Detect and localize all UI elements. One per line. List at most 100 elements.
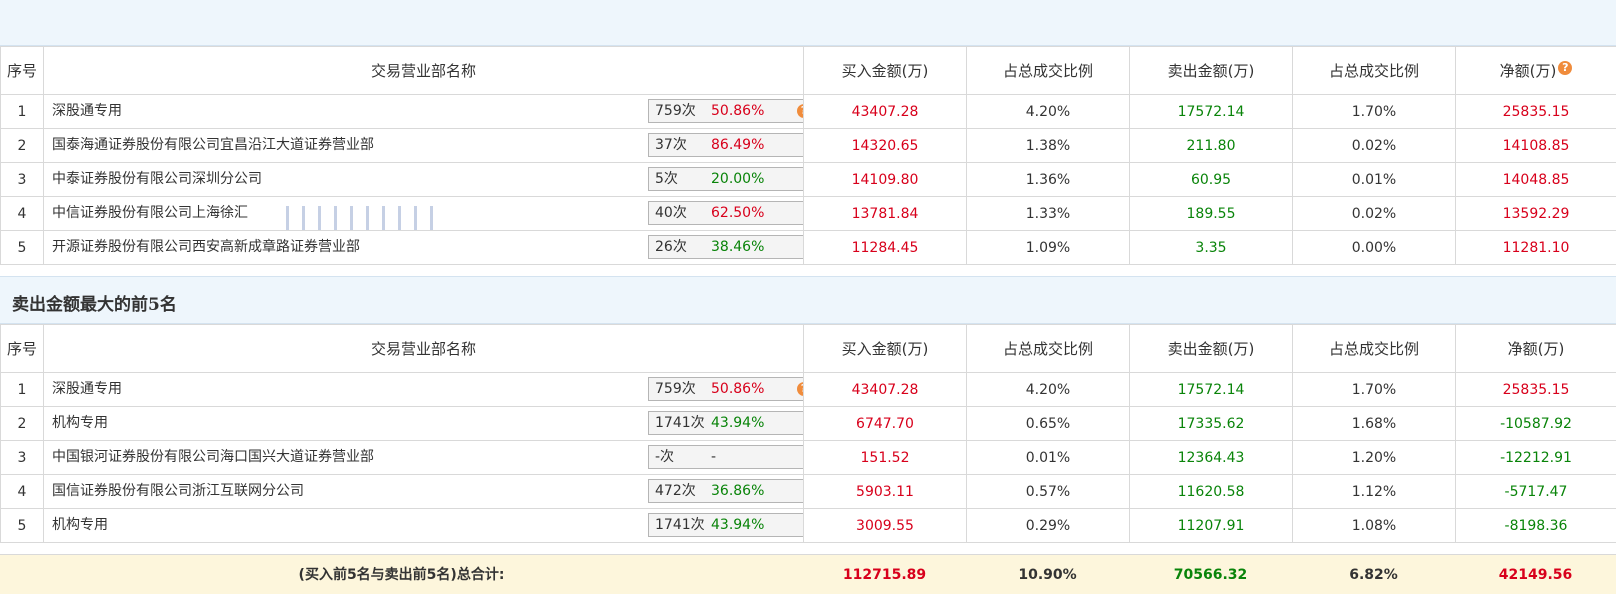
sell-section-title-bar: 卖出金额最大的前5名 — [0, 276, 1616, 324]
net-amount: -8198.36 — [1456, 509, 1616, 543]
sell-amount: 11620.58 — [1130, 475, 1293, 509]
branch-name-cell: 机构专用 1741次43.94% — [44, 407, 804, 441]
branch-stats-button[interactable]: 40次62.50% — [648, 201, 804, 225]
sell-amount: 60.95 — [1130, 163, 1293, 197]
trade-count: 37次 — [655, 134, 687, 156]
win-rate: 50.86% — [711, 378, 764, 400]
help-icon[interactable]: ? — [797, 382, 804, 396]
branch-name-link[interactable]: 深股通专用 — [52, 373, 122, 405]
header-buy-ratio: 占总成交比例 — [967, 47, 1130, 95]
branch-name-link[interactable]: 中国银河证券股份有限公司海口国兴大道证券营业部 — [52, 441, 374, 473]
branch-name-link[interactable]: 中泰证券股份有限公司深圳分公司 — [52, 163, 262, 195]
sell-ratio: 0.02% — [1293, 197, 1456, 231]
win-rate: 20.00% — [711, 168, 764, 190]
header-buy-amount: 买入金额(万) — [804, 47, 967, 95]
header-branch-name: 交易营业部名称 — [44, 325, 804, 373]
branch-name-link[interactable]: 机构专用 — [52, 509, 108, 541]
branch-stats-button[interactable]: 26次38.46% — [648, 235, 804, 259]
sell-ratio: 0.01% — [1293, 163, 1456, 197]
total-sell-ratio: 6.82% — [1292, 555, 1455, 595]
buy-amount: 5903.11 — [804, 475, 967, 509]
branch-name-link[interactable]: 国泰海通证券股份有限公司宜昌沿江大道证券营业部 — [52, 129, 374, 161]
sell-amount: 3.35 — [1130, 231, 1293, 265]
table-row: 5机构专用1741次43.94%3009.550.29%11207.911.08… — [1, 509, 1616, 543]
buy-amount: 3009.55 — [804, 509, 967, 543]
sell-ratio: 0.02% — [1293, 129, 1456, 163]
branch-stats-button[interactable]: 1741次43.94% — [648, 411, 804, 435]
net-amount: 25835.15 — [1456, 373, 1616, 407]
branch-stats-button[interactable]: -次- — [648, 445, 804, 469]
sell-ratio: 1.70% — [1293, 95, 1456, 129]
buy-ratio: 0.01% — [967, 441, 1130, 475]
header-net-amount: 净额(万)? — [1456, 47, 1616, 95]
header-buy-amount: 买入金额(万) — [804, 325, 967, 373]
net-amount: 14108.85 — [1456, 129, 1616, 163]
buy-ratio: 1.36% — [967, 163, 1130, 197]
row-seq: 3 — [1, 163, 44, 197]
win-rate: - — [711, 446, 716, 468]
branch-stats-button[interactable]: 472次36.86% — [648, 479, 804, 503]
branch-stats-button[interactable]: 1741次43.94% — [648, 513, 804, 537]
branch-name-link[interactable]: 开源证券股份有限公司西安高新成章路证券营业部 — [52, 231, 360, 263]
table-header-row: 序号 交易营业部名称 买入金额(万) 占总成交比例 卖出金额(万) 占总成交比例… — [1, 47, 1616, 95]
win-rate: 43.94% — [711, 514, 764, 536]
help-icon[interactable]: ? — [797, 104, 804, 118]
sell-ratio: 1.12% — [1293, 475, 1456, 509]
header-branch-name: 交易营业部名称 — [44, 47, 804, 95]
header-sell-amount: 卖出金额(万) — [1130, 325, 1293, 373]
buy-ratio: 0.57% — [967, 475, 1130, 509]
net-amount: 11281.10 — [1456, 231, 1616, 265]
header-sell-ratio: 占总成交比例 — [1293, 47, 1456, 95]
buy-amount: 11284.45 — [804, 231, 967, 265]
branch-name-link[interactable]: 国信证券股份有限公司浙江互联网分公司 — [52, 475, 304, 507]
row-seq: 5 — [1, 509, 44, 543]
table-row: 4国信证券股份有限公司浙江互联网分公司 472次36.86%5903.110.57… — [1, 475, 1616, 509]
sell-ratio: 1.68% — [1293, 407, 1456, 441]
total-net: 42149.56 — [1455, 555, 1616, 595]
branch-name-link[interactable]: 机构专用 — [52, 407, 108, 439]
branch-name-link[interactable]: 深股通专用 — [52, 95, 122, 127]
header-net-amount: 净额(万) — [1456, 325, 1616, 373]
buy-ratio: 4.20% — [967, 373, 1130, 407]
buy-amount: 43407.28 — [804, 373, 967, 407]
row-seq: 1 — [1, 373, 44, 407]
help-icon[interactable]: ? — [1558, 61, 1572, 75]
total-buy-ratio: 10.90% — [966, 555, 1129, 595]
row-seq: 3 — [1, 441, 44, 475]
total-buy: 112715.89 — [803, 555, 966, 595]
row-seq: 4 — [1, 475, 44, 509]
header-buy-ratio: 占总成交比例 — [967, 325, 1130, 373]
branch-name-cell: 中国银河证券股份有限公司海口国兴大道证券营业部 -次- — [44, 441, 804, 475]
buy-amount: 13781.84 — [804, 197, 967, 231]
buy-amount: 14109.80 — [804, 163, 967, 197]
header-sell-amount: 卖出金额(万) — [1130, 47, 1293, 95]
branch-name-cell: 开源证券股份有限公司西安高新成章路证券营业部 26次38.46% — [44, 231, 804, 265]
header-seq: 序号 — [1, 47, 44, 95]
branch-name-cell: 深股通专用 759次 50.86%? — [44, 95, 804, 129]
branch-name-link[interactable]: 中信证券股份有限公司上海徐汇 — [52, 197, 248, 229]
top-header-band — [0, 0, 1616, 46]
sell-ratio: 1.70% — [1293, 373, 1456, 407]
net-amount: 13592.29 — [1456, 197, 1616, 231]
win-rate: 62.50% — [711, 202, 764, 224]
redacted-text-overlay — [278, 206, 438, 230]
trade-count: 5次 — [655, 168, 678, 190]
table-row: 3中泰证券股份有限公司深圳分公司 5次 20.00% 14109.801.36%60.… — [1, 163, 1616, 197]
branch-stats-button[interactable]: 759次 50.86%? — [648, 99, 804, 123]
buy-amount: 43407.28 — [804, 95, 967, 129]
branch-stats-button[interactable]: 5次 20.00% — [648, 167, 804, 191]
trade-count: 759次 — [655, 100, 696, 122]
win-rate: 50.86% — [711, 100, 764, 122]
row-seq: 2 — [1, 129, 44, 163]
buy-amount: 14320.65 — [804, 129, 967, 163]
table-row: 2机构专用1741次43.94%6747.700.65%17335.621.68… — [1, 407, 1616, 441]
net-amount: 25835.15 — [1456, 95, 1616, 129]
buy-ratio: 1.09% — [967, 231, 1130, 265]
branch-name-cell: 机构专用 1741次43.94% — [44, 509, 804, 543]
row-seq: 2 — [1, 407, 44, 441]
branch-name-cell: 国泰海通证券股份有限公司宜昌沿江大道证券营业部 37次86.49% — [44, 129, 804, 163]
branch-stats-button[interactable]: 37次86.49% — [648, 133, 804, 157]
sell-amount: 17572.14 — [1130, 373, 1293, 407]
branch-stats-button[interactable]: 759次50.86%? — [648, 377, 804, 401]
sell-amount: 17572.14 — [1130, 95, 1293, 129]
